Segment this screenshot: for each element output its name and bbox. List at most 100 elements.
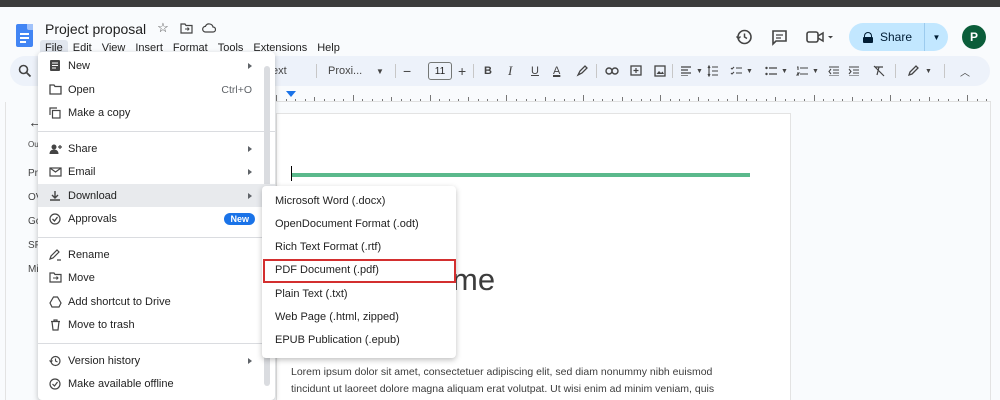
- font-size-input[interactable]: 11: [428, 62, 452, 80]
- link-icon[interactable]: [605, 63, 619, 79]
- submenu-arrow-icon: [248, 357, 252, 364]
- outline-item[interactable]: Mi: [28, 264, 39, 275]
- new-badge: New: [224, 212, 255, 225]
- ruler-tick: [669, 99, 671, 101]
- text-color-icon[interactable]: A: [553, 63, 560, 79]
- menu-item-label: Move to trash: [68, 318, 135, 331]
- menu-item-label: Share: [68, 142, 98, 155]
- ruler-tick: [756, 99, 757, 101]
- highlight-icon[interactable]: [576, 63, 588, 79]
- comment-add-icon[interactable]: [630, 63, 642, 79]
- editing-mode-icon[interactable]: [907, 63, 919, 79]
- right-scrollbar[interactable]: [990, 102, 1000, 400]
- font-dropdown-icon[interactable]: ▼: [376, 63, 384, 79]
- bulleted-dropdown-icon[interactable]: ▼: [781, 63, 788, 79]
- move-folder-icon[interactable]: [179, 21, 193, 35]
- outline-item[interactable]: Pr: [28, 168, 38, 179]
- search-menus-icon[interactable]: [18, 64, 32, 78]
- indent-increase-icon[interactable]: [848, 63, 860, 79]
- submenu-arrow-icon: [248, 192, 252, 199]
- file-menu-item-rename[interactable]: Rename: [38, 243, 275, 266]
- ruler-tick: [381, 99, 383, 101]
- file-menu-item-make-a-copy[interactable]: Make a copy: [38, 101, 275, 124]
- ruler-tick: [736, 95, 738, 101]
- body-paragraph: Lorem ipsum dolor sit amet, consectetuer…: [291, 366, 715, 395]
- line-spacing-icon[interactable]: [707, 63, 719, 79]
- file-menu-item-move-to-trash[interactable]: Move to trash: [38, 313, 275, 336]
- checklist-icon[interactable]: [730, 63, 742, 79]
- docs-logo-icon[interactable]: [16, 24, 33, 47]
- star-icon[interactable]: ☆: [156, 20, 170, 35]
- align-icon[interactable]: [680, 63, 692, 79]
- indent-decrease-icon[interactable]: [828, 63, 840, 79]
- ruler-tick: [362, 99, 364, 101]
- comments-icon[interactable]: [769, 26, 791, 48]
- folder-open-icon: [48, 83, 62, 97]
- collapse-toolbar-icon[interactable]: ︿: [960, 63, 970, 79]
- ruler-tick: [391, 97, 393, 101]
- bold-icon[interactable]: B: [484, 63, 492, 79]
- ruler-tick: [506, 95, 508, 101]
- font-select[interactable]: Proxi...: [328, 63, 362, 79]
- download-option-microsoft-word-docx[interactable]: Microsoft Word (.docx): [262, 189, 456, 212]
- ruler-tick: [487, 99, 489, 101]
- ruler-tick: [928, 97, 930, 101]
- numbered-list-icon[interactable]: [796, 63, 808, 79]
- editing-mode-dropdown-icon[interactable]: ▼: [925, 63, 932, 79]
- ruler-tick: [429, 95, 431, 101]
- checklist-dropdown-icon[interactable]: ▼: [746, 63, 753, 79]
- ruler-tick: [727, 99, 729, 101]
- bulleted-list-icon[interactable]: [765, 63, 777, 79]
- meet-icon[interactable]: [805, 26, 835, 48]
- ruler-tick: [448, 99, 450, 101]
- italic-icon[interactable]: I: [508, 63, 512, 79]
- ruler-tick: [458, 99, 460, 101]
- download-option-web-page-html-zipped[interactable]: Web Page (.html, zipped): [262, 306, 456, 329]
- ruler-tick: [420, 99, 421, 101]
- document-title[interactable]: Project proposal: [45, 21, 146, 37]
- ruler-tick: [535, 99, 537, 101]
- file-menu-item-version-history[interactable]: Version history: [38, 349, 275, 372]
- file-menu-item-approvals[interactable]: Approvals New: [38, 207, 275, 230]
- decrease-font-icon[interactable]: −: [403, 63, 411, 79]
- ruler-tick: [717, 99, 719, 101]
- download-option-rich-text-format-rtf[interactable]: Rich Text Format (.rtf): [262, 236, 456, 259]
- share-dropdown-icon[interactable]: ▼: [924, 23, 948, 51]
- history-icon[interactable]: [733, 26, 755, 48]
- download-option-opendocument-format-odt[interactable]: OpenDocument Format (.odt): [262, 212, 456, 235]
- ruler-tick: [871, 99, 873, 101]
- file-menu-item-open[interactable]: Open Ctrl+O: [38, 78, 275, 101]
- download-option-plain-text-txt[interactable]: Plain Text (.txt): [262, 282, 456, 305]
- shortcut-label: Ctrl+O: [221, 83, 252, 96]
- ruler-tick: [957, 99, 959, 101]
- ruler-tick: [842, 99, 844, 101]
- file-menu-item-new[interactable]: New: [38, 54, 275, 77]
- download-option-epub-publication-epub[interactable]: EPUB Publication (.epub): [262, 329, 456, 352]
- image-insert-icon[interactable]: [654, 63, 666, 79]
- align-dropdown-icon[interactable]: ▼: [696, 63, 703, 79]
- ruler-tick: [688, 99, 690, 101]
- file-menu-item-make-available-offline[interactable]: Make available offline: [38, 372, 275, 395]
- menu-help[interactable]: Help: [312, 40, 345, 56]
- file-menu-item-download[interactable]: Download: [38, 184, 275, 207]
- increase-font-icon[interactable]: +: [458, 63, 466, 79]
- avatar[interactable]: P: [962, 25, 986, 49]
- ruler-tick: [592, 99, 594, 101]
- share-button[interactable]: Share ▼: [848, 23, 948, 51]
- underline-icon[interactable]: U: [531, 63, 539, 79]
- cloud-status-icon[interactable]: [202, 21, 216, 35]
- menu-item-label: Make a copy: [68, 106, 131, 119]
- clear-formatting-icon[interactable]: [873, 63, 885, 79]
- ruler[interactable]: [276, 88, 991, 102]
- download-icon: [48, 189, 62, 203]
- menu-item-label: Rename: [68, 248, 110, 261]
- ruler-tick: [967, 95, 969, 101]
- numbered-dropdown-icon[interactable]: ▼: [812, 63, 819, 79]
- file-menu-item-add-shortcut-to-drive[interactable]: Add shortcut to Drive: [38, 290, 275, 313]
- ruler-tick: [352, 95, 354, 101]
- ruler-tick: [852, 97, 853, 101]
- file-menu-item-email[interactable]: Email: [38, 160, 275, 183]
- file-menu-item-move[interactable]: Move: [38, 266, 275, 289]
- file-menu-item-share[interactable]: Share: [38, 137, 275, 160]
- indent-marker-icon[interactable]: [286, 91, 296, 97]
